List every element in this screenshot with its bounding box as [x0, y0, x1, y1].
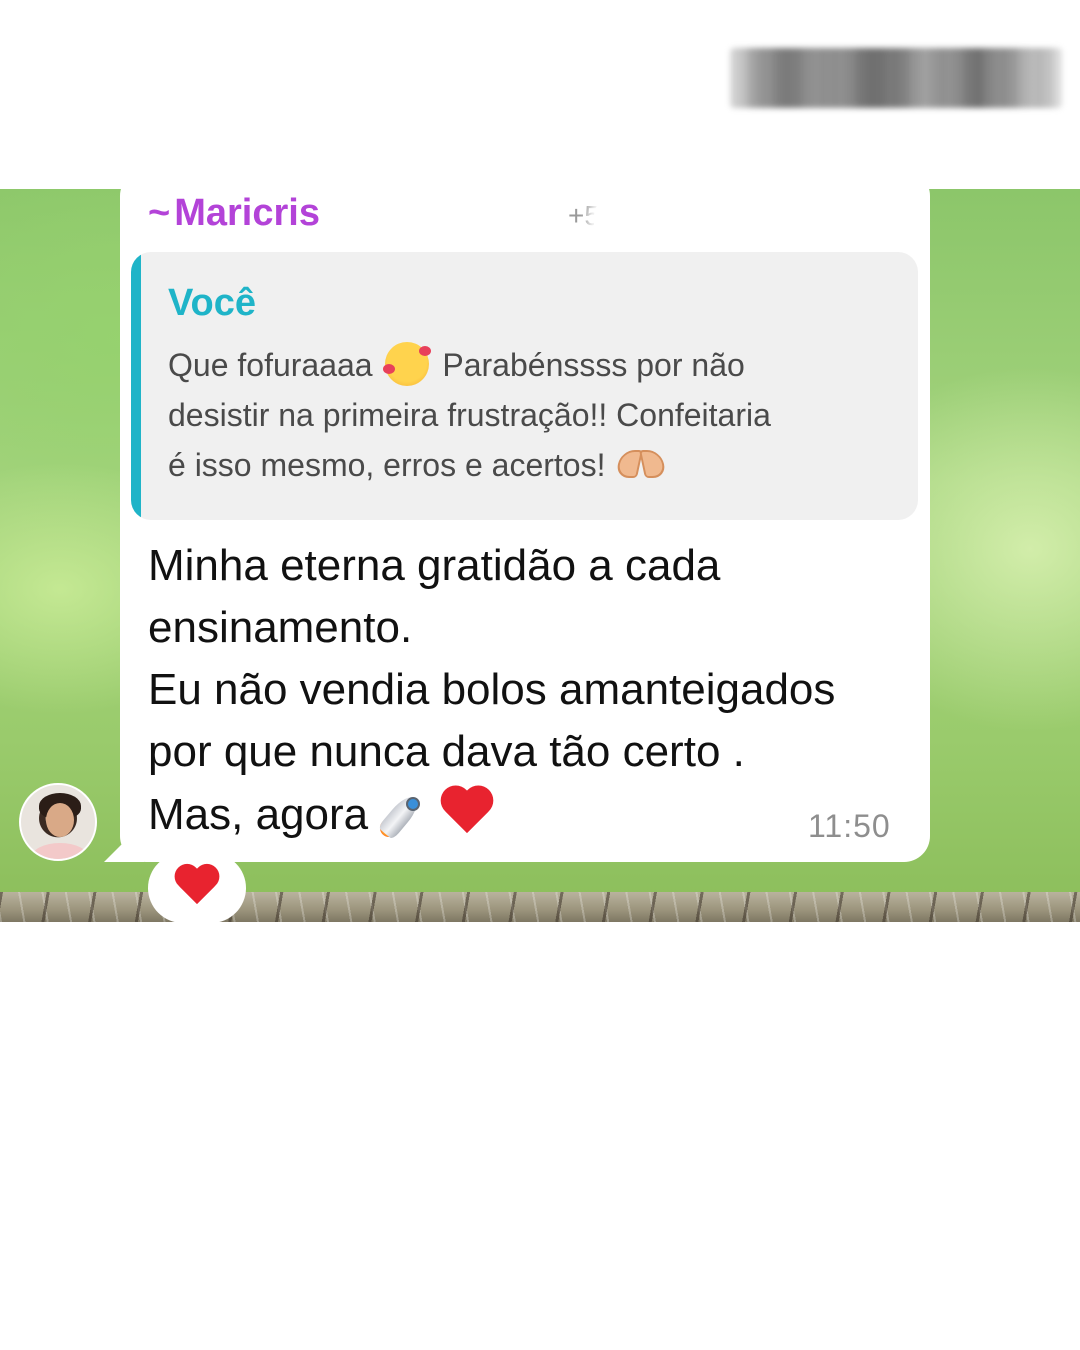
quote-text-line3: é isso mesmo, erros e acertos!: [168, 447, 606, 483]
quote-text: Que fofuraaaa Parabénssss por não desist…: [168, 340, 903, 490]
avatar-face: [46, 803, 74, 837]
screen: ~ Maricris +5 Você Que fofuraaaa Parabéns…: [0, 0, 1080, 1350]
message-text: Minha eterna gratidão a cada ensinamento…: [148, 535, 908, 846]
sender-prefix: ~: [148, 192, 171, 234]
reaction-pill[interactable]: [148, 853, 246, 923]
sender-name-text: Maricris: [174, 192, 320, 234]
sender-avatar[interactable]: [19, 783, 97, 861]
quoted-message[interactable]: Você Que fofuraaaa Parabénssss por não d…: [131, 252, 918, 520]
quote-text-part1: Que fofuraaaa: [168, 347, 373, 383]
message-time: 11:50: [808, 808, 891, 844]
smiling-face-with-hearts-icon: [383, 342, 432, 386]
message-line: Eu não vendia bolos amanteigados: [148, 665, 836, 714]
quote-author: Você: [168, 282, 257, 324]
avatar-shirt: [31, 843, 89, 859]
quote-text-line2: desistir na primeira frustração!! Confei…: [168, 397, 771, 433]
rocket-icon: [376, 783, 434, 841]
message-last-line: Mas, agora: [148, 783, 908, 846]
message-line: ensinamento.: [148, 603, 413, 652]
redacted-header: [730, 48, 1062, 108]
reaction-heart-icon: [174, 865, 220, 909]
sender-name[interactable]: ~ Maricris: [148, 192, 320, 235]
message-line-text: Mas, agora: [148, 790, 369, 839]
quote-text-part2: Parabénssss por não: [442, 347, 745, 383]
quote-accent-bar: [131, 252, 141, 520]
message-line: Minha eterna gratidão a cada: [148, 541, 721, 590]
message-line: por que nunca dava tão certo .: [148, 727, 745, 776]
red-heart-icon: [440, 787, 494, 837]
heart-hands-icon: [618, 450, 664, 480]
